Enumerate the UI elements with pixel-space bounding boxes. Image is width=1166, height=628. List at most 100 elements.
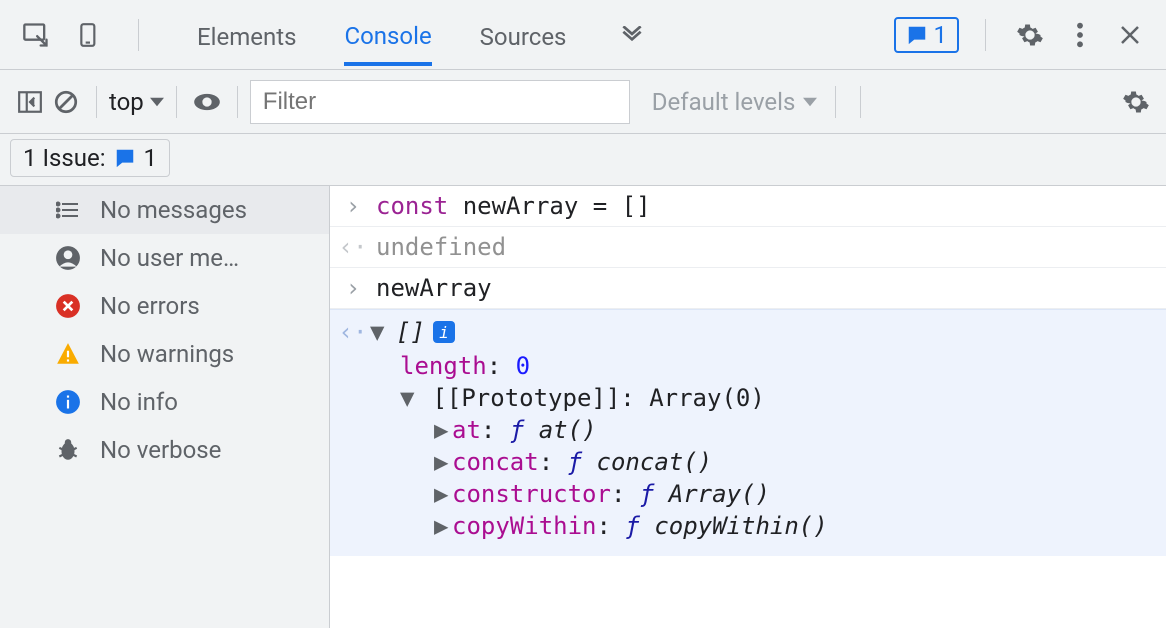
console-code: newArray bbox=[376, 274, 492, 302]
sidebar-item-label: No messages bbox=[100, 196, 247, 224]
warning-icon bbox=[54, 340, 82, 368]
tree-key: length bbox=[400, 352, 487, 380]
tree-row[interactable]: ▶constructor: ƒ Array() bbox=[434, 478, 1152, 510]
panel-tabs: Elements Console Sources bbox=[197, 4, 650, 66]
issues-chip-count: 1 bbox=[144, 144, 158, 172]
expand-triangle-icon[interactable]: ▼ bbox=[400, 384, 418, 412]
output-chevron-icon: ‹· bbox=[344, 318, 362, 346]
inspect-element-icon[interactable] bbox=[18, 17, 54, 53]
settings-icon[interactable] bbox=[1012, 17, 1048, 53]
eval-header[interactable]: ‹· ▼ [] i bbox=[344, 318, 1152, 346]
topbar-right: 1 bbox=[894, 17, 1149, 53]
eval-value: [] bbox=[396, 318, 425, 346]
tab-console[interactable]: Console bbox=[344, 4, 431, 66]
info-badge-icon[interactable]: i bbox=[433, 321, 455, 343]
tab-sources[interactable]: Sources bbox=[480, 5, 567, 65]
bug-icon bbox=[54, 436, 82, 464]
console-settings-icon[interactable] bbox=[1118, 84, 1154, 120]
output-chevron-icon: ‹· bbox=[344, 233, 362, 261]
issues-bar: 1 Issue: 1 bbox=[0, 134, 1166, 186]
sidebar-item-user[interactable]: No user me… bbox=[0, 234, 329, 282]
chevron-down-icon bbox=[803, 95, 817, 109]
divider bbox=[237, 86, 238, 118]
message-icon bbox=[906, 24, 928, 46]
tree-value: copyWithin() bbox=[654, 512, 827, 540]
tree-value: 0 bbox=[516, 352, 530, 380]
console-result: undefined bbox=[376, 233, 506, 261]
kebab-menu-icon[interactable] bbox=[1062, 17, 1098, 53]
tree-value: at() bbox=[539, 416, 597, 444]
expand-triangle-icon[interactable]: ▶ bbox=[434, 512, 452, 540]
issues-count: 1 bbox=[934, 21, 948, 49]
sidebar-item-label: No errors bbox=[100, 292, 200, 320]
console-eval-block: ‹· ▼ [] i length: 0 ▼ [[Prototype]]: Arr… bbox=[330, 309, 1166, 556]
devtools-topbar: Elements Console Sources 1 bbox=[0, 0, 1166, 70]
levels-label: Default levels bbox=[652, 88, 796, 116]
tree-row-prototype[interactable]: ▼ [[Prototype]]: Array(0) bbox=[400, 382, 1152, 414]
divider bbox=[96, 86, 97, 118]
sidebar-item-label: No user me… bbox=[100, 244, 239, 272]
tree-key: concat bbox=[452, 448, 539, 476]
sidebar-item-errors[interactable]: No errors bbox=[0, 282, 329, 330]
expand-triangle-icon[interactable]: ▶ bbox=[434, 448, 452, 476]
divider bbox=[176, 86, 177, 118]
tree-row[interactable]: ▶concat: ƒ concat() bbox=[434, 446, 1152, 478]
device-toggle-icon[interactable] bbox=[72, 17, 108, 53]
console-output: › const newArray = [] ‹· undefined › new… bbox=[330, 186, 1166, 628]
console-toolbar: top Default levels bbox=[0, 70, 1166, 134]
issues-chip[interactable]: 1 Issue: 1 bbox=[10, 139, 170, 177]
tree-row[interactable]: ▶at: ƒ at() bbox=[434, 414, 1152, 446]
divider bbox=[138, 19, 139, 51]
context-selector[interactable]: top bbox=[109, 88, 164, 116]
sidebar-item-label: No verbose bbox=[100, 436, 221, 464]
message-icon bbox=[114, 147, 136, 169]
divider bbox=[860, 86, 861, 118]
error-icon bbox=[54, 292, 82, 320]
filter-input[interactable] bbox=[250, 80, 630, 124]
info-icon bbox=[54, 388, 82, 416]
tree-value: Array(0) bbox=[649, 384, 765, 412]
sidebar-item-info[interactable]: No info bbox=[0, 378, 329, 426]
log-levels-selector[interactable]: Default levels bbox=[652, 88, 818, 116]
sidebar-item-warnings[interactable]: No warnings bbox=[0, 330, 329, 378]
context-label: top bbox=[109, 88, 144, 116]
tree-key: copyWithin bbox=[452, 512, 597, 540]
divider bbox=[985, 19, 986, 51]
console-input-row[interactable]: › newArray bbox=[330, 268, 1166, 309]
tree-value: Array() bbox=[669, 480, 770, 508]
tree-key: [[Prototype]] bbox=[432, 384, 620, 412]
sidebar-item-label: No warnings bbox=[100, 340, 234, 368]
live-expression-icon[interactable] bbox=[189, 84, 225, 120]
console-code: const newArray = [] bbox=[376, 192, 651, 220]
prototype-methods: ▶at: ƒ at() ▶concat: ƒ concat() ▶constru… bbox=[434, 414, 1152, 542]
sidebar-item-all[interactable]: No messages bbox=[0, 186, 329, 234]
toggle-sidebar-icon[interactable] bbox=[12, 84, 48, 120]
main-area: No messages No user me… No errors No war… bbox=[0, 186, 1166, 628]
issues-indicator[interactable]: 1 bbox=[894, 17, 960, 53]
divider bbox=[835, 86, 836, 118]
expand-triangle-icon[interactable]: ▶ bbox=[434, 416, 452, 444]
console-input-row[interactable]: › const newArray = [] bbox=[330, 186, 1166, 227]
messages-sidebar: No messages No user me… No errors No war… bbox=[0, 186, 330, 628]
input-chevron-icon: › bbox=[344, 274, 362, 302]
tree-value: concat() bbox=[597, 448, 713, 476]
input-chevron-icon: › bbox=[344, 192, 362, 220]
tree-key: constructor bbox=[452, 480, 611, 508]
expand-triangle-icon[interactable]: ▶ bbox=[434, 480, 452, 508]
tab-elements[interactable]: Elements bbox=[197, 5, 296, 65]
tree-key: at bbox=[452, 416, 481, 444]
expand-triangle-icon[interactable]: ▼ bbox=[370, 318, 388, 346]
topbar-left: Elements Console Sources bbox=[18, 4, 650, 66]
more-tabs-icon[interactable] bbox=[614, 17, 650, 53]
eval-tree: length: 0 ▼ [[Prototype]]: Array(0) ▶at:… bbox=[400, 350, 1152, 542]
tree-row[interactable]: ▶copyWithin: ƒ copyWithin() bbox=[434, 510, 1152, 542]
close-icon[interactable] bbox=[1112, 17, 1148, 53]
chevron-down-icon bbox=[150, 95, 164, 109]
list-icon bbox=[54, 196, 82, 224]
issues-chip-label: 1 Issue: bbox=[23, 144, 106, 172]
clear-console-icon[interactable] bbox=[48, 84, 84, 120]
user-icon bbox=[54, 244, 82, 272]
sidebar-item-label: No info bbox=[100, 388, 178, 416]
sidebar-item-verbose[interactable]: No verbose bbox=[0, 426, 329, 474]
tree-row-length[interactable]: length: 0 bbox=[400, 350, 1152, 382]
